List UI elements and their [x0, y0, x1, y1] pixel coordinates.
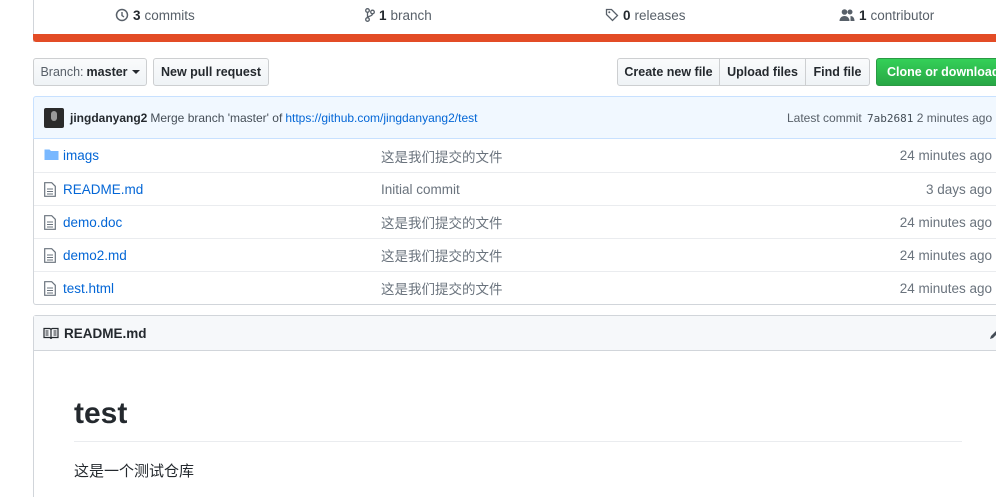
tag-icon: [605, 8, 619, 22]
chevron-down-icon: [131, 70, 140, 74]
table-row: README.md Initial commit 3 days ago: [34, 172, 996, 205]
releases-count: 0: [623, 7, 631, 23]
commit-message[interactable]: Merge branch 'master' of: [150, 111, 282, 125]
history-icon: [115, 8, 129, 22]
readme-body: test 这是一个测试仓库: [34, 397, 996, 481]
file-name-link[interactable]: demo2.md: [63, 248, 127, 263]
create-new-file-button[interactable]: Create new file: [617, 58, 720, 86]
git-branch-icon: [365, 8, 375, 22]
file-commit-message[interactable]: Initial commit: [381, 182, 460, 197]
file-icon: [44, 281, 56, 296]
file-name-link[interactable]: imags: [63, 148, 99, 163]
commits-stat[interactable]: 3 commits: [115, 6, 195, 24]
find-file-button[interactable]: Find file: [805, 58, 870, 86]
readme-paragraph: 这是一个测试仓库: [74, 463, 195, 480]
readme-header: README.md: [34, 316, 996, 351]
readme-heading: test: [74, 397, 962, 442]
commit-tease: jingdanyang2 Merge branch 'master' of ht…: [33, 96, 996, 139]
branch-label: branch: [390, 7, 432, 23]
contributors-stat[interactable]: 1 contributor: [839, 6, 934, 24]
branch-count: 1: [379, 7, 387, 23]
people-icon: [839, 9, 855, 21]
commit-message-link[interactable]: https://github.com/jingdanyang2/test: [285, 111, 477, 125]
latest-commit-label: Latest commit: [787, 110, 862, 125]
file-age: 24 minutes ago: [899, 247, 992, 263]
branch-prefix: Branch:: [40, 65, 84, 79]
clone-download-button[interactable]: Clone or download: [876, 58, 996, 86]
file-icon: [44, 182, 56, 197]
table-row: demo2.md 这是我们提交的文件 24 minutes ago: [34, 238, 996, 271]
file-age: 24 minutes ago: [899, 148, 992, 163]
file-age: 3 days ago: [925, 181, 992, 197]
upload-files-button[interactable]: Upload files: [719, 58, 806, 86]
clone-download-label: Clone or download: [887, 65, 996, 79]
branch-select-button[interactable]: Branch: master: [33, 58, 147, 86]
new-pull-request-button[interactable]: New pull request: [153, 58, 269, 86]
file-name-link[interactable]: demo.doc: [63, 215, 122, 230]
file-age: 24 minutes ago: [899, 280, 992, 296]
file-age: 24 minutes ago: [899, 214, 992, 230]
file-icon: [44, 248, 56, 263]
commits-count: 3: [133, 7, 141, 23]
readme-panel: README.md test 这是一个测试仓库: [33, 315, 996, 497]
table-row: demo.doc 这是我们提交的文件 24 minutes ago: [34, 205, 996, 238]
commits-label: commits: [144, 7, 195, 23]
table-row: imags 这是我们提交的文件 24 minutes ago: [34, 139, 996, 172]
contributors-count: 1: [859, 7, 867, 23]
book-icon: [43, 327, 59, 339]
file-commit-message[interactable]: 这是我们提交的文件: [381, 278, 503, 298]
file-commit-message[interactable]: 这是我们提交的文件: [381, 212, 503, 232]
file-name-link[interactable]: README.md: [63, 182, 143, 197]
branch-name: master: [86, 65, 128, 79]
table-row: test.html 这是我们提交的文件 24 minutes ago: [34, 271, 996, 304]
file-icon: [44, 215, 56, 230]
folder-icon: [44, 149, 59, 160]
contributors-label: contributor: [870, 7, 935, 23]
avatar[interactable]: [44, 107, 64, 128]
file-commit-message[interactable]: 这是我们提交的文件: [381, 245, 503, 265]
pencil-icon[interactable]: [989, 328, 996, 340]
commit-age: 2 minutes ago: [916, 110, 993, 125]
language-bar: [33, 34, 996, 42]
commit-author[interactable]: jingdanyang2: [70, 111, 147, 125]
commit-sha[interactable]: 7ab2681: [867, 112, 913, 125]
branch-stat[interactable]: 1 branch: [365, 6, 432, 24]
repo-stats-bar: 3 commits 1 branch 0 releases 1 contribu…: [33, 0, 996, 42]
releases-stat[interactable]: 0 releases: [605, 6, 686, 24]
releases-label: releases: [634, 7, 686, 23]
file-actions-group: Create new file Upload files Find file: [617, 58, 870, 86]
readme-filename: README.md: [64, 325, 147, 341]
file-name-link[interactable]: test.html: [63, 281, 114, 296]
latest-commit: Latest commit 7ab2681 2 minutes ago: [787, 111, 992, 125]
file-list: imags 这是我们提交的文件 24 minutes ago README.md…: [33, 139, 996, 305]
file-commit-message[interactable]: 这是我们提交的文件: [381, 146, 503, 166]
